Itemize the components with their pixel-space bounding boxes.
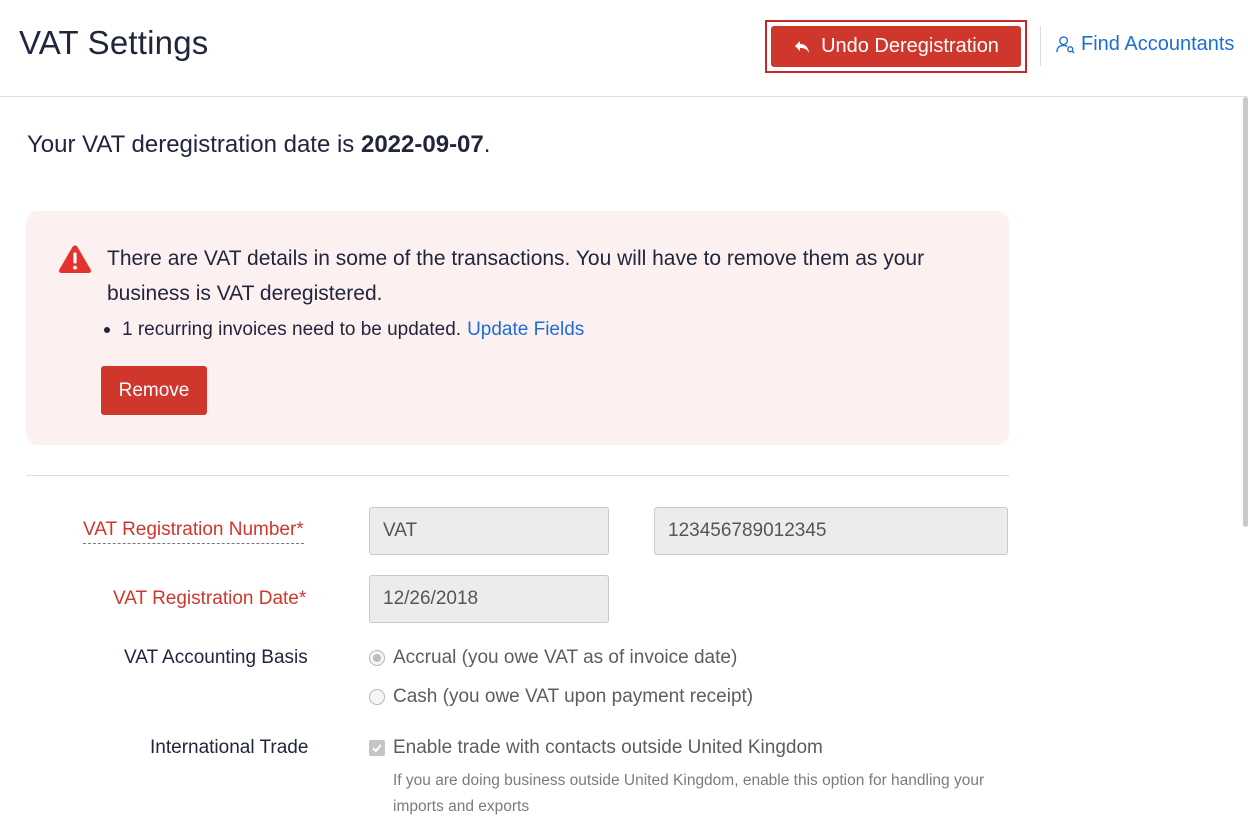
accrual-radio-option[interactable]: Accrual (you owe VAT as of invoice date)	[369, 647, 737, 669]
vat-registration-date-field[interactable]: 12/26/2018	[369, 575, 609, 623]
bullet-dot	[104, 327, 110, 333]
section-divider	[26, 475, 1009, 476]
alert-message: There are VAT details in some of the tra…	[107, 247, 925, 305]
warning-triangle-icon	[58, 245, 92, 273]
vat-details-alert: There are VAT details in some of the tra…	[26, 211, 1009, 445]
find-accountants-label: Find Accountants	[1081, 33, 1235, 55]
international-trade-help-text: If you are doing business outside United…	[393, 772, 985, 815]
header-divider	[1040, 26, 1041, 66]
remove-button[interactable]: Remove	[101, 366, 207, 415]
accrual-radio[interactable]	[369, 650, 385, 666]
page-header: VAT Settings Undo Deregistration Find Ac…	[0, 0, 1248, 97]
deregistration-date-text: Your VAT deregistration date is 2022-09-…	[27, 131, 490, 159]
international-trade-checkbox[interactable]	[369, 740, 385, 756]
deregistration-prefix: Your VAT deregistration date is	[27, 131, 361, 158]
undo-arrow-icon	[795, 40, 810, 53]
alert-bullet-text: 1 recurring invoices need to be updated.	[122, 319, 462, 340]
international-trade-checkbox-label: Enable trade with contacts outside Unite…	[393, 737, 823, 758]
cash-radio-option[interactable]: Cash (you owe VAT upon payment receipt)	[369, 686, 753, 708]
vat-registration-prefix-field[interactable]: VAT	[369, 507, 609, 555]
checkmark-icon	[372, 744, 382, 753]
international-trade-option[interactable]: Enable trade with contacts outside Unite…	[369, 737, 823, 759]
cash-radio[interactable]	[369, 689, 385, 705]
page-title: VAT Settings	[19, 24, 209, 61]
find-accountants-link[interactable]: Find Accountants	[1056, 33, 1234, 56]
alert-bullet-item: 1 recurring invoices need to be updated.…	[104, 319, 584, 341]
vertical-scrollbar[interactable]	[1243, 97, 1248, 527]
update-fields-link[interactable]: Update Fields	[467, 319, 584, 341]
vat-registration-number-label[interactable]: VAT Registration Number*	[83, 519, 304, 544]
undo-deregistration-button[interactable]: Undo Deregistration	[771, 26, 1021, 67]
cash-radio-label: Cash (you owe VAT upon payment receipt)	[393, 686, 754, 707]
accrual-radio-label: Accrual (you owe VAT as of invoice date)	[393, 647, 738, 668]
user-search-icon	[1056, 36, 1075, 54]
vat-registration-number-field[interactable]: 123456789012345	[654, 507, 1008, 555]
undo-deregistration-highlight: Undo Deregistration	[765, 20, 1027, 73]
international-trade-label: International Trade	[150, 737, 309, 758]
deregistration-date: 2022-09-07	[360, 131, 484, 158]
undo-deregistration-label: Undo Deregistration	[821, 35, 999, 57]
deregistration-suffix: .	[483, 131, 491, 158]
vat-accounting-basis-label: VAT Accounting Basis	[124, 647, 308, 668]
vat-registration-date-label: VAT Registration Date*	[113, 588, 307, 609]
